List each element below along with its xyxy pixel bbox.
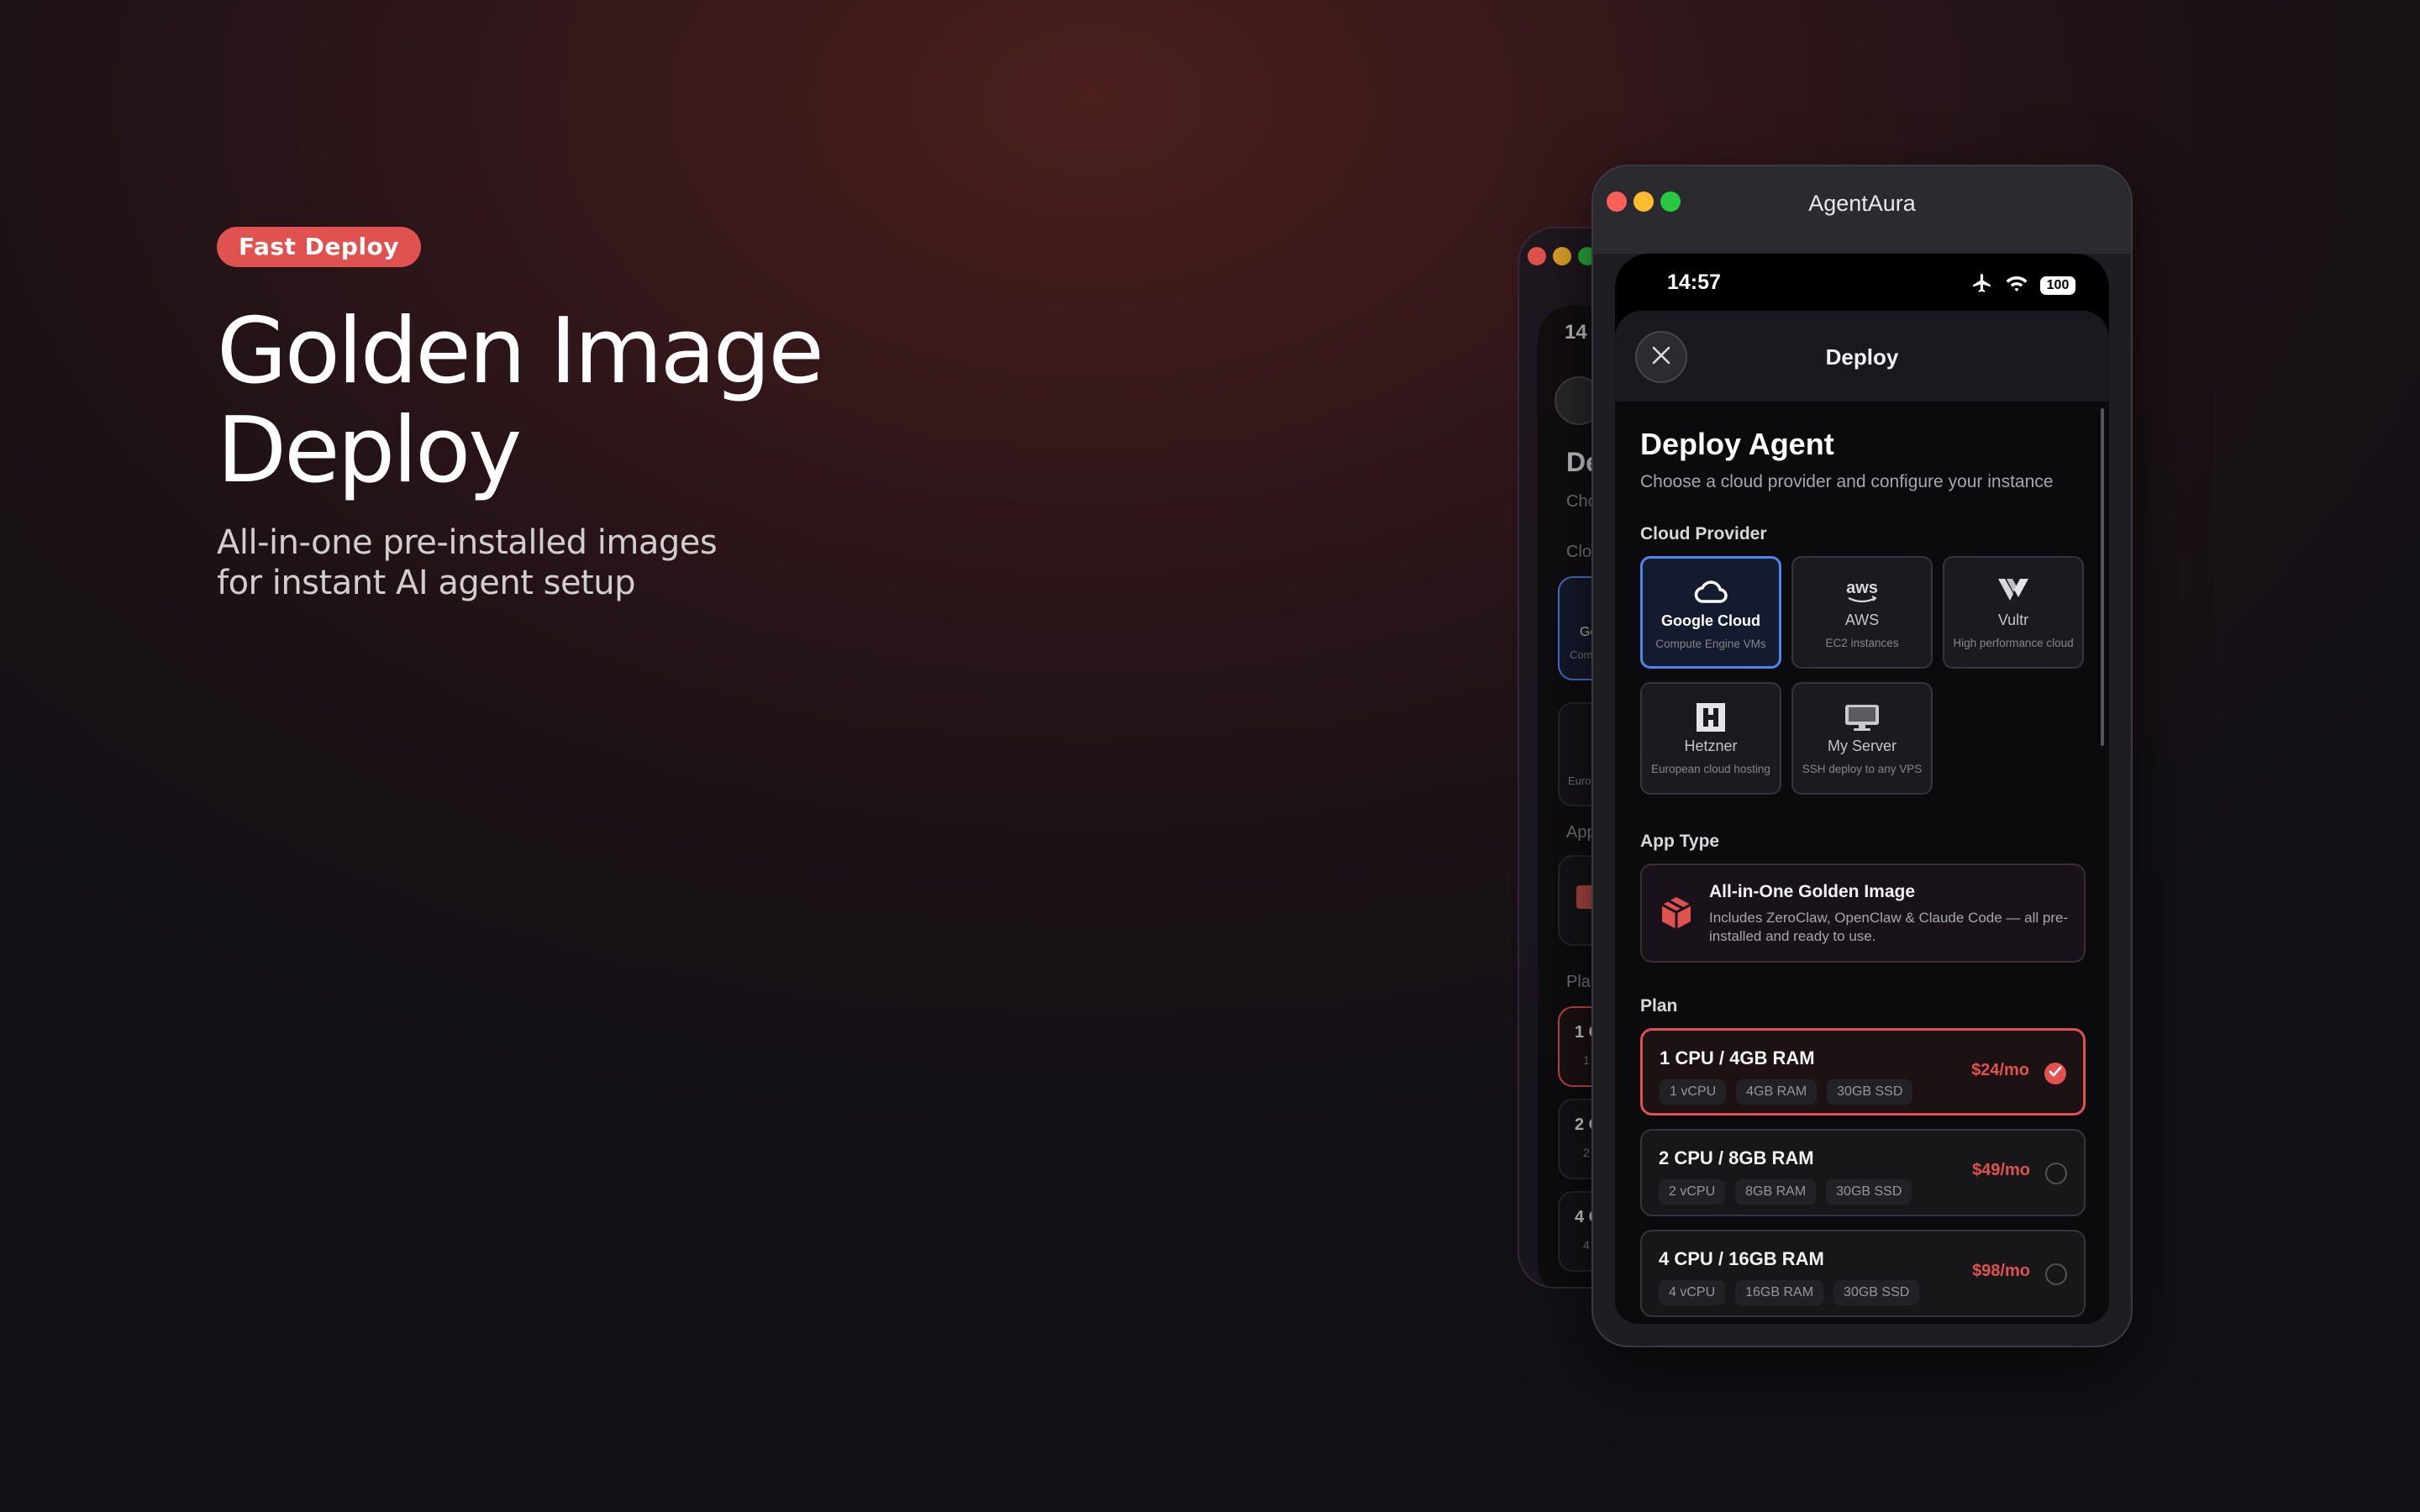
spec-chip: 30GB SSD bbox=[1826, 1179, 1912, 1205]
status-bar: 14:57 100 bbox=[1615, 254, 2109, 314]
app-type-description: Includes ZeroClaw, OpenClaw & Claude Cod… bbox=[1709, 910, 2069, 944]
plan-name: 1 CPU / 4GB RAM bbox=[1660, 1047, 1815, 1068]
back-close-traffic-light bbox=[1528, 247, 1546, 265]
app-type-label: App Type bbox=[1640, 832, 1720, 851]
sheet-scrollbar[interactable] bbox=[2101, 408, 2104, 746]
phone-screen: 14:57 100 Deploy Deploy Agent Choose a c… bbox=[1615, 254, 2109, 1324]
plan-option-1[interactable]: 1 CPU / 4GB RAM 1 vCPU 4GB RAM 30GB SSD … bbox=[1640, 1028, 2086, 1116]
cloud-provider-label: Cloud Provider bbox=[1640, 524, 1767, 543]
plan-price: $98/mo bbox=[1972, 1262, 2030, 1280]
hero-subtitle-line2: for instant AI agent setup bbox=[217, 564, 635, 602]
back-plan1-spec: 1 bbox=[1583, 1053, 1590, 1067]
provider-my-server[interactable]: My Server SSH deploy to any VPS bbox=[1791, 682, 1933, 795]
plan-name: 4 CPU / 16GB RAM bbox=[1659, 1248, 1824, 1269]
deploy-sheet: Deploy Deploy Agent Choose a cloud provi… bbox=[1615, 311, 2109, 1324]
back-time: 14 bbox=[1565, 321, 1587, 344]
plan-radio-checked[interactable] bbox=[2044, 1063, 2066, 1084]
provider-google-cloud[interactable]: Google Cloud Compute Engine VMs bbox=[1640, 556, 1781, 669]
back-plan2-spec: 2 bbox=[1583, 1146, 1590, 1159]
hero-title-line2: Deploy bbox=[217, 398, 522, 503]
provider-name: Vultr bbox=[1997, 612, 2029, 628]
provider-name: Google Cloud bbox=[1661, 612, 1760, 629]
plan-name: 2 CPU / 8GB RAM bbox=[1659, 1147, 1814, 1168]
plan-price: $24/mo bbox=[1971, 1061, 2029, 1079]
aws-logo-icon: aws bbox=[1793, 575, 1931, 608]
spec-chip: 4 vCPU bbox=[1659, 1280, 1726, 1305]
provider-desc: SSH deploy to any VPS bbox=[1802, 763, 1923, 775]
wifi-icon bbox=[2005, 274, 2028, 297]
spec-chip: 1 vCPU bbox=[1660, 1079, 1727, 1105]
provider-hetzner[interactable]: Hetzner European cloud hosting bbox=[1640, 682, 1781, 795]
hero-title: Golden Image Deploy bbox=[217, 299, 824, 503]
cloud-icon bbox=[1643, 575, 1779, 609]
app-type-title: All-in-One Golden Image bbox=[1709, 882, 1916, 901]
airplane-icon bbox=[1971, 272, 1993, 298]
provider-aws[interactable]: aws AWS EC2 instances bbox=[1791, 556, 1933, 669]
back-plan3-spec: 4 bbox=[1583, 1238, 1590, 1252]
package-icon bbox=[1660, 895, 1692, 935]
status-time: 14:57 bbox=[1667, 270, 1721, 294]
fast-deploy-badge: Fast Deploy bbox=[217, 227, 422, 267]
provider-desc: High performance cloud bbox=[1953, 637, 2074, 649]
spec-chip: 30GB SSD bbox=[1833, 1280, 1920, 1305]
plan-price: $49/mo bbox=[1972, 1161, 2030, 1179]
hetzner-logo-icon bbox=[1642, 701, 1780, 734]
spec-chip: 30GB SSD bbox=[1827, 1079, 1913, 1105]
battery-indicator: 100 bbox=[2040, 276, 2075, 295]
aws-logo-text: aws bbox=[1846, 579, 1878, 597]
hero-title-line1: Golden Image bbox=[217, 299, 824, 404]
app-window: AgentAura 14:57 100 Deploy Deploy Agent … bbox=[1591, 165, 2133, 1347]
provider-vultr[interactable]: Vultr High performance cloud bbox=[1943, 556, 2084, 669]
sheet-title: Deploy bbox=[1825, 344, 1899, 370]
page-title: Deploy Agent bbox=[1640, 427, 1834, 461]
back-minimize-traffic-light bbox=[1553, 247, 1571, 265]
plan-label: Plan bbox=[1640, 996, 1678, 1016]
provider-name: My Server bbox=[1827, 738, 1897, 754]
plan-radio[interactable] bbox=[2045, 1163, 2067, 1184]
status-icons: 100 bbox=[1971, 272, 2075, 298]
app-type-golden-image[interactable]: All-in-One Golden Image Includes ZeroCla… bbox=[1640, 864, 2086, 963]
spec-chip: 4GB RAM bbox=[1736, 1079, 1818, 1105]
plan-option-2[interactable]: 2 CPU / 8GB RAM 2 vCPU 8GB RAM 30GB SSD … bbox=[1640, 1129, 2086, 1216]
plan-specs: 2 vCPU 8GB RAM 30GB SSD bbox=[1659, 1179, 1912, 1205]
provider-desc: EC2 instances bbox=[1825, 637, 1899, 649]
sheet-header: Deploy bbox=[1615, 311, 2109, 402]
vultr-logo-icon bbox=[1944, 575, 2082, 608]
provider-desc: Compute Engine VMs bbox=[1655, 638, 1766, 650]
window-title: AgentAura bbox=[1808, 191, 1916, 216]
plan-specs: 4 vCPU 16GB RAM 30GB SSD bbox=[1659, 1280, 1920, 1305]
hero-subtitle-line1: All-in-one pre-installed images bbox=[217, 523, 718, 562]
plan-specs: 1 vCPU 4GB RAM 30GB SSD bbox=[1660, 1079, 1913, 1105]
hero-subtitle: All-in-one pre-installed images for inst… bbox=[217, 522, 718, 603]
monitor-icon bbox=[1793, 701, 1931, 734]
provider-name: AWS bbox=[1844, 612, 1880, 628]
plan-option-3[interactable]: 4 CPU / 16GB RAM 4 vCPU 16GB RAM 30GB SS… bbox=[1640, 1230, 2086, 1317]
provider-name: Hetzner bbox=[1684, 738, 1738, 754]
spec-chip: 2 vCPU bbox=[1659, 1179, 1726, 1205]
page-subtitle: Choose a cloud provider and configure yo… bbox=[1640, 472, 2054, 491]
spec-chip: 16GB RAM bbox=[1735, 1280, 1824, 1305]
window-titlebar[interactable]: AgentAura bbox=[1593, 166, 2131, 254]
checkmark-icon bbox=[2049, 1066, 2062, 1082]
plan-radio[interactable] bbox=[2045, 1263, 2067, 1285]
provider-desc: European cloud hosting bbox=[1651, 763, 1770, 775]
spec-chip: 8GB RAM bbox=[1735, 1179, 1817, 1205]
